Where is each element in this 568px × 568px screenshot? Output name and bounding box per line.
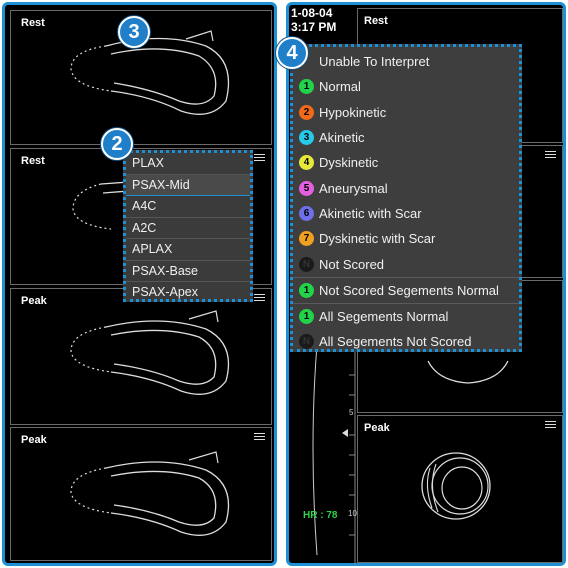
short-axis-outline-image — [421, 452, 491, 520]
date-text: 1-08-04 — [291, 6, 333, 20]
view-option-aplax[interactable]: APLAX — [126, 239, 250, 261]
time-text: 3:17 PM — [291, 20, 337, 34]
score-label: Aneurysmal — [319, 180, 388, 196]
score-option[interactable]: 5 Aneurysmal — [293, 175, 519, 200]
timestamp: 1-08-04 3:17 PM — [291, 6, 336, 34]
score-label: Akinetic — [319, 130, 365, 146]
view-option-psax-base[interactable]: PSAX-Base — [126, 261, 250, 282]
score-label: Not Scored — [319, 256, 385, 272]
scale-label-10: 10 — [348, 509, 357, 518]
menu-icon[interactable] — [545, 149, 556, 160]
score-option[interactable]: 1 All Segements Normal — [293, 302, 519, 329]
cell-label: Rest — [364, 15, 388, 27]
score-option[interactable]: 2 Hypokinetic — [293, 100, 519, 125]
callout-badge-2: 2 — [101, 128, 133, 160]
view-option-psax-apex[interactable]: PSAX-Apex — [126, 282, 250, 304]
score-label: Normal — [319, 79, 361, 95]
score-dot-icon: 4 — [299, 155, 314, 171]
view-select-dropdown[interactable]: PLAX PSAX-Mid A4C A2C APLAX PSAX-Base PS… — [123, 150, 253, 302]
score-dot-icon: N — [299, 256, 314, 272]
score-label: Akinetic with Scar — [319, 205, 422, 221]
score-label: Not Scored Segements Normal — [319, 282, 499, 298]
heart-rate-readout: HR : 78 — [303, 510, 338, 521]
wall-motion-score-menu[interactable]: Unable To Interpret 1 Normal 2 Hypokinet… — [290, 44, 522, 352]
score-option[interactable]: 1 Normal — [293, 74, 519, 99]
score-option[interactable]: Unable To Interpret — [293, 49, 519, 74]
score-dot-icon: 1 — [299, 282, 314, 298]
view-option-a4c[interactable]: A4C — [126, 196, 250, 218]
score-option[interactable]: 6 Akinetic with Scar — [293, 201, 519, 226]
score-option[interactable]: N Not Scored — [293, 251, 519, 276]
score-label: All Segements Normal — [319, 309, 449, 325]
score-option[interactable]: 4 Dyskinetic — [293, 150, 519, 175]
view-option-plax[interactable]: PLAX — [126, 153, 250, 175]
scale-label-5: 5 — [349, 408, 354, 417]
callout-badge-3: 3 — [118, 16, 150, 48]
score-dot-icon: 5 — [299, 180, 314, 196]
score-label: All Segements Not Scored — [319, 334, 472, 350]
score-option[interactable]: 1 Not Scored Segements Normal — [293, 276, 519, 303]
image-cell-peak-2[interactable]: Peak — [10, 427, 272, 561]
score-option[interactable]: 7 Dyskinetic with Scar — [293, 226, 519, 251]
score-dot-icon: 3 — [299, 130, 314, 146]
menu-icon[interactable] — [545, 419, 556, 430]
score-label: Hypokinetic — [319, 104, 387, 120]
view-option-a2c[interactable]: A2C — [126, 218, 250, 239]
image-cell-peak-1[interactable]: Peak — [10, 288, 272, 425]
score-dot-icon: 1 — [299, 79, 314, 95]
score-dot-icon: 2 — [299, 104, 314, 120]
image-cell-peak-right[interactable]: Peak — [357, 415, 563, 563]
score-dot-icon: 7 — [299, 231, 314, 247]
score-label: Dyskinetic with Scar — [319, 231, 436, 247]
score-label: Dyskinetic — [319, 155, 379, 171]
callout-badge-4: 4 — [276, 37, 308, 69]
heart-outline-image — [70, 451, 230, 536]
cell-label: Peak — [364, 422, 390, 434]
score-option[interactable]: N All Segements Not Scored — [293, 329, 519, 354]
score-option[interactable]: 3 Akinetic — [293, 125, 519, 150]
score-dot-icon: 1 — [299, 309, 314, 325]
score-label: Unable To Interpret — [319, 54, 430, 70]
score-dot-icon: 6 — [299, 205, 314, 221]
view-option-psax-mid[interactable]: PSAX-Mid — [126, 174, 250, 196]
score-dot-icon: N — [299, 334, 314, 350]
heart-outline-image — [70, 310, 230, 395]
